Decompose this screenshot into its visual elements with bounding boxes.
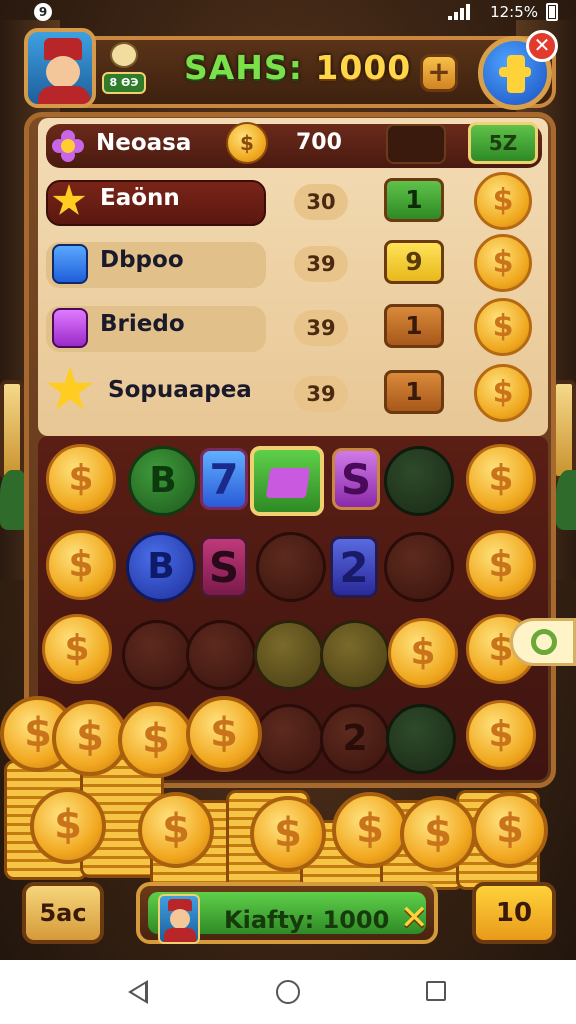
coin-button[interactable]: $: [474, 172, 532, 230]
pile-coin-icon: $: [118, 702, 194, 778]
character-icon: [110, 42, 138, 68]
player-score-label: Kiafty: 1000: [224, 906, 390, 934]
score-title-prefix: SAHS:: [184, 48, 303, 87]
gold-coin-tile[interactable]: $: [388, 618, 458, 688]
pile-coin-icon: $: [52, 700, 128, 776]
navigation-bar: [0, 960, 576, 1024]
list-item[interactable]: Briedo 39 1 $: [38, 298, 548, 360]
action-button[interactable]: 5Z: [468, 122, 538, 164]
dark-tile[interactable]: 2: [320, 704, 390, 774]
item-price: 39: [294, 376, 348, 412]
empty-slot[interactable]: [386, 124, 446, 164]
level-badge-label: 8 ӨЭ: [102, 72, 146, 94]
coin-button[interactable]: $: [474, 364, 532, 422]
mini-avatar: [158, 894, 200, 944]
item-name: Dbpoo: [100, 247, 184, 273]
big-star-icon: [46, 366, 94, 410]
battery-text: 12:5%: [490, 3, 538, 21]
home-icon[interactable]: [276, 980, 300, 1004]
bottom-left-button[interactable]: 5ac: [22, 882, 104, 944]
blue-2-tile[interactable]: 2: [330, 536, 378, 598]
book-tile[interactable]: [250, 446, 324, 516]
item-price: 39: [294, 246, 348, 282]
item-name: Sopuaapea: [108, 377, 252, 403]
dark-tile[interactable]: [254, 704, 324, 774]
pile-coin-icon: $: [250, 796, 326, 872]
olive-tile[interactable]: [254, 620, 324, 690]
purple-s-tile[interactable]: S: [332, 448, 380, 510]
magenta-s-tile[interactable]: S: [200, 536, 248, 598]
pile-coin-icon: $: [400, 796, 476, 872]
gold-coin-tile[interactable]: $: [46, 530, 116, 600]
blue-7-tile[interactable]: 7: [200, 448, 248, 510]
item-price: 700: [296, 130, 342, 155]
flower-icon: [52, 130, 84, 162]
potion-jar-icon: [52, 308, 88, 348]
pile-coin-icon: $: [138, 792, 214, 868]
item-price: 39: [294, 310, 348, 346]
list-item[interactable]: Neoasa $ 700 5Z: [38, 118, 548, 180]
quantity-box[interactable]: 1: [384, 304, 444, 348]
plant-decoration-right: [556, 470, 576, 530]
olive-tile[interactable]: [320, 620, 390, 690]
potion-bottle-icon: [52, 244, 88, 284]
signal-icon: [448, 4, 482, 20]
quantity-box[interactable]: 1: [384, 370, 444, 414]
dark-tile[interactable]: [122, 620, 192, 690]
item-price: 30: [294, 184, 348, 220]
dark-tile[interactable]: [186, 620, 256, 690]
quantity-box[interactable]: 9: [384, 240, 444, 284]
gold-coin-tile[interactable]: $: [42, 614, 112, 684]
dark-green-tile[interactable]: [384, 446, 454, 516]
dark-tile[interactable]: [384, 532, 454, 602]
hint-button[interactable]: [510, 618, 576, 666]
x-mark-icon[interactable]: ✕: [400, 898, 429, 938]
level-badge: 8 ӨЭ: [102, 42, 146, 98]
coin-button[interactable]: $: [474, 234, 532, 292]
pile-coin-icon: $: [472, 792, 548, 868]
gold-coin-tile[interactable]: $: [466, 700, 536, 770]
status-bar: 9 12:5%: [0, 0, 576, 26]
close-button[interactable]: ✕: [526, 30, 558, 62]
player-avatar[interactable]: [24, 28, 96, 108]
list-item[interactable]: Eaönn 30 1 $: [38, 172, 548, 234]
item-name: Briedo: [100, 311, 185, 337]
gold-coin-tile[interactable]: $: [466, 530, 536, 600]
item-name: Neoasa: [96, 130, 192, 156]
player-score-bar[interactable]: Kiafty: 1000 ✕: [136, 882, 438, 944]
gold-coin-tile[interactable]: $: [46, 444, 116, 514]
gold-coin-tile[interactable]: $: [466, 444, 536, 514]
score-title-value: 1000: [315, 48, 412, 87]
item-name: Eaönn: [100, 185, 180, 211]
battery-icon: [546, 3, 558, 21]
dark-green-tile[interactable]: [386, 704, 456, 774]
background-window-left: [0, 380, 24, 480]
list-item[interactable]: Sopuaapea 39 1 $: [38, 364, 548, 426]
book-icon: [265, 468, 311, 498]
add-currency-button[interactable]: +: [420, 54, 458, 92]
coin-icon: $: [226, 122, 268, 164]
coin-button[interactable]: $: [474, 298, 532, 356]
pile-coin-icon: $: [30, 788, 106, 864]
bottom-right-button[interactable]: 10: [472, 882, 556, 944]
pile-coin-icon: $: [186, 696, 262, 772]
notification-icon: 9: [34, 3, 52, 21]
score-title: SAHS: 1000: [184, 48, 411, 87]
quantity-box[interactable]: 1: [384, 178, 444, 222]
pile-coin-icon: $: [332, 792, 408, 868]
recents-icon[interactable]: [426, 981, 446, 1001]
dark-tile[interactable]: [256, 532, 326, 602]
magnifier-icon: [531, 629, 557, 655]
list-item[interactable]: Dbpoo 39 9 $: [38, 234, 548, 296]
blue-b-tile[interactable]: B: [126, 532, 196, 602]
green-b-tile[interactable]: B: [128, 446, 198, 516]
status-icons: 12:5%: [448, 3, 558, 21]
back-icon[interactable]: [128, 980, 148, 1004]
